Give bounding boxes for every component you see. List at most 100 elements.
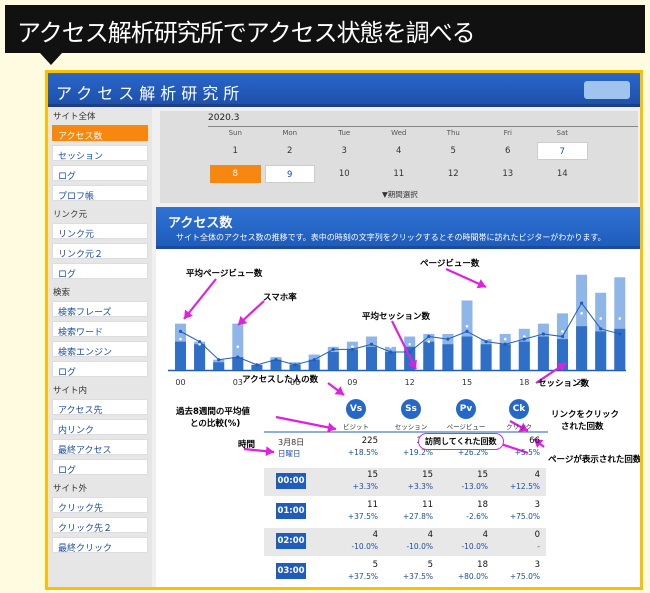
app-logo[interactable]: アクセス解析研究所: [56, 80, 244, 104]
period-select[interactable]: ▼期間選択: [382, 189, 418, 200]
time-link-button[interactable]: 00:00: [276, 473, 306, 489]
calendar-day[interactable]: 3: [319, 142, 370, 160]
calendar-day[interactable]: 13: [483, 165, 534, 183]
x-tick-label: 15: [462, 378, 472, 387]
calendar-divider: [208, 126, 638, 127]
calendar-day[interactable]: 14: [537, 165, 588, 183]
calendar-week-row: 1234567: [208, 142, 632, 160]
sidebar-section-title: サイト外: [53, 484, 88, 494]
session-point: [522, 337, 526, 341]
time-link-button[interactable]: 03:00: [276, 563, 306, 579]
calendar-day[interactable]: 1: [210, 142, 261, 160]
sessions-header-icon[interactable]: Ss: [401, 399, 421, 419]
sidebar-item[interactable]: 検索フレーズ: [52, 301, 148, 318]
session-point: [541, 332, 545, 336]
arrow-head: [265, 446, 274, 457]
table-cell-value: 4: [534, 470, 540, 480]
sidebar-item[interactable]: リンク元: [52, 223, 148, 240]
summary-value: 439: [471, 436, 488, 446]
clicks-header-icon[interactable]: Ck: [509, 399, 529, 419]
summary-change: +5.5%: [514, 448, 540, 457]
sidebar-item[interactable]: 検索エンジン: [52, 341, 148, 358]
sidebar-item[interactable]: アクセス数: [52, 125, 148, 142]
table-cell-change: -10.0%: [461, 542, 488, 551]
calendar-cell: 7: [535, 142, 590, 160]
session-point: [236, 355, 240, 359]
calendar-day[interactable]: 6: [483, 142, 534, 160]
calendar-day[interactable]: 10: [319, 165, 370, 183]
visit-bar: [346, 349, 358, 370]
sidebar-item[interactable]: セッション: [52, 145, 148, 162]
sidebar-item[interactable]: クリック先: [52, 497, 148, 514]
sidebar-section-title: サイト全体: [53, 112, 96, 122]
session-point: [427, 334, 431, 339]
session-point: [599, 327, 603, 331]
avg-pageview-dot: [484, 337, 488, 341]
visits-header-icon[interactable]: Vs: [346, 399, 366, 419]
table-cell-value: 15: [422, 470, 433, 480]
avg-pageview-dot: [179, 337, 182, 341]
sidebar-item[interactable]: ログ: [52, 263, 148, 280]
session-point: [369, 342, 374, 346]
avg-pageview-dot: [255, 348, 259, 351]
avg-pageview-dot: [274, 348, 278, 351]
sidebar-item[interactable]: アクセス先: [52, 399, 148, 416]
calendar-day[interactable]: 2: [265, 142, 316, 160]
visit-bar: [576, 326, 588, 370]
calendar-cell: 10: [317, 165, 372, 183]
summary-value: 66: [529, 436, 540, 446]
sidebar-section-title: 検索: [53, 288, 71, 298]
avg-pageview-dot: [465, 324, 469, 328]
avg-pageview-dot: [427, 340, 431, 343]
sidebar-item[interactable]: リンク元２: [52, 243, 148, 260]
avg-pageview-dot: [599, 317, 602, 320]
time-link-button[interactable]: 01:00: [276, 503, 306, 519]
visits-header-label: ビジット: [343, 423, 369, 431]
sidebar-item[interactable]: ログ: [52, 361, 148, 378]
weekday-label: Tue: [338, 129, 351, 137]
x-tick-label: 00: [175, 378, 185, 387]
arrow-head: [334, 386, 344, 395]
session-point: [503, 342, 507, 346]
calendar-day[interactable]: 4: [374, 142, 425, 160]
session-line: [180, 302, 620, 366]
table-cell-value: 4: [482, 530, 488, 540]
time-link-button[interactable]: 02:00: [276, 533, 306, 549]
sidebar-item[interactable]: 最終クリック: [52, 537, 148, 554]
calendar-day[interactable]: 9: [264, 165, 315, 183]
calendar-day[interactable]: 7: [537, 142, 588, 160]
clicks-header-label: クリック: [506, 423, 532, 431]
sidebar-item[interactable]: プロフ帳: [52, 185, 148, 202]
table-cell-change: -10.0%: [406, 542, 433, 551]
annotation-arrow: [243, 446, 275, 457]
calendar-day[interactable]: 11: [374, 165, 425, 183]
session-point: [217, 358, 221, 362]
sidebar-item[interactable]: 検索ワード: [52, 321, 148, 338]
table-cell-change: +80.0%: [457, 572, 488, 581]
weekday-label: Thu: [446, 129, 460, 137]
session-point: [446, 337, 450, 341]
session-point: [312, 358, 316, 362]
calendar-day[interactable]: 5: [428, 142, 479, 160]
calendar-week-row: 8 9 10 11 12 13 14: [208, 165, 632, 183]
sidebar-item[interactable]: ログ: [52, 165, 148, 182]
calendar-day[interactable]: 8: [210, 165, 261, 183]
avg-pageview-dot: [217, 348, 220, 351]
sidebar-item[interactable]: 最終アクセス: [52, 439, 148, 456]
visit-bar: [194, 344, 206, 370]
sidebar-item[interactable]: 内リンク: [52, 419, 148, 436]
sidebar-item[interactable]: クリック先２: [52, 517, 148, 534]
table-cell-change: -10.0%: [351, 542, 378, 551]
weekday-label: Fri: [503, 129, 512, 137]
session-point: [255, 363, 259, 367]
pageviews-header-icon[interactable]: Pv: [456, 399, 476, 419]
sidebar-section-title: リンク元: [53, 210, 88, 220]
table-cell-value: 11: [367, 500, 378, 510]
table-cell-value: 15: [477, 470, 488, 480]
x-tick-label: 18: [519, 378, 529, 387]
calendar-cell: 14: [535, 165, 590, 183]
table-cell-value: 15: [367, 470, 378, 480]
sidebar-item[interactable]: ログ: [52, 459, 148, 476]
calendar-day[interactable]: 12: [428, 165, 479, 183]
x-tick-label: 21: [577, 378, 587, 387]
